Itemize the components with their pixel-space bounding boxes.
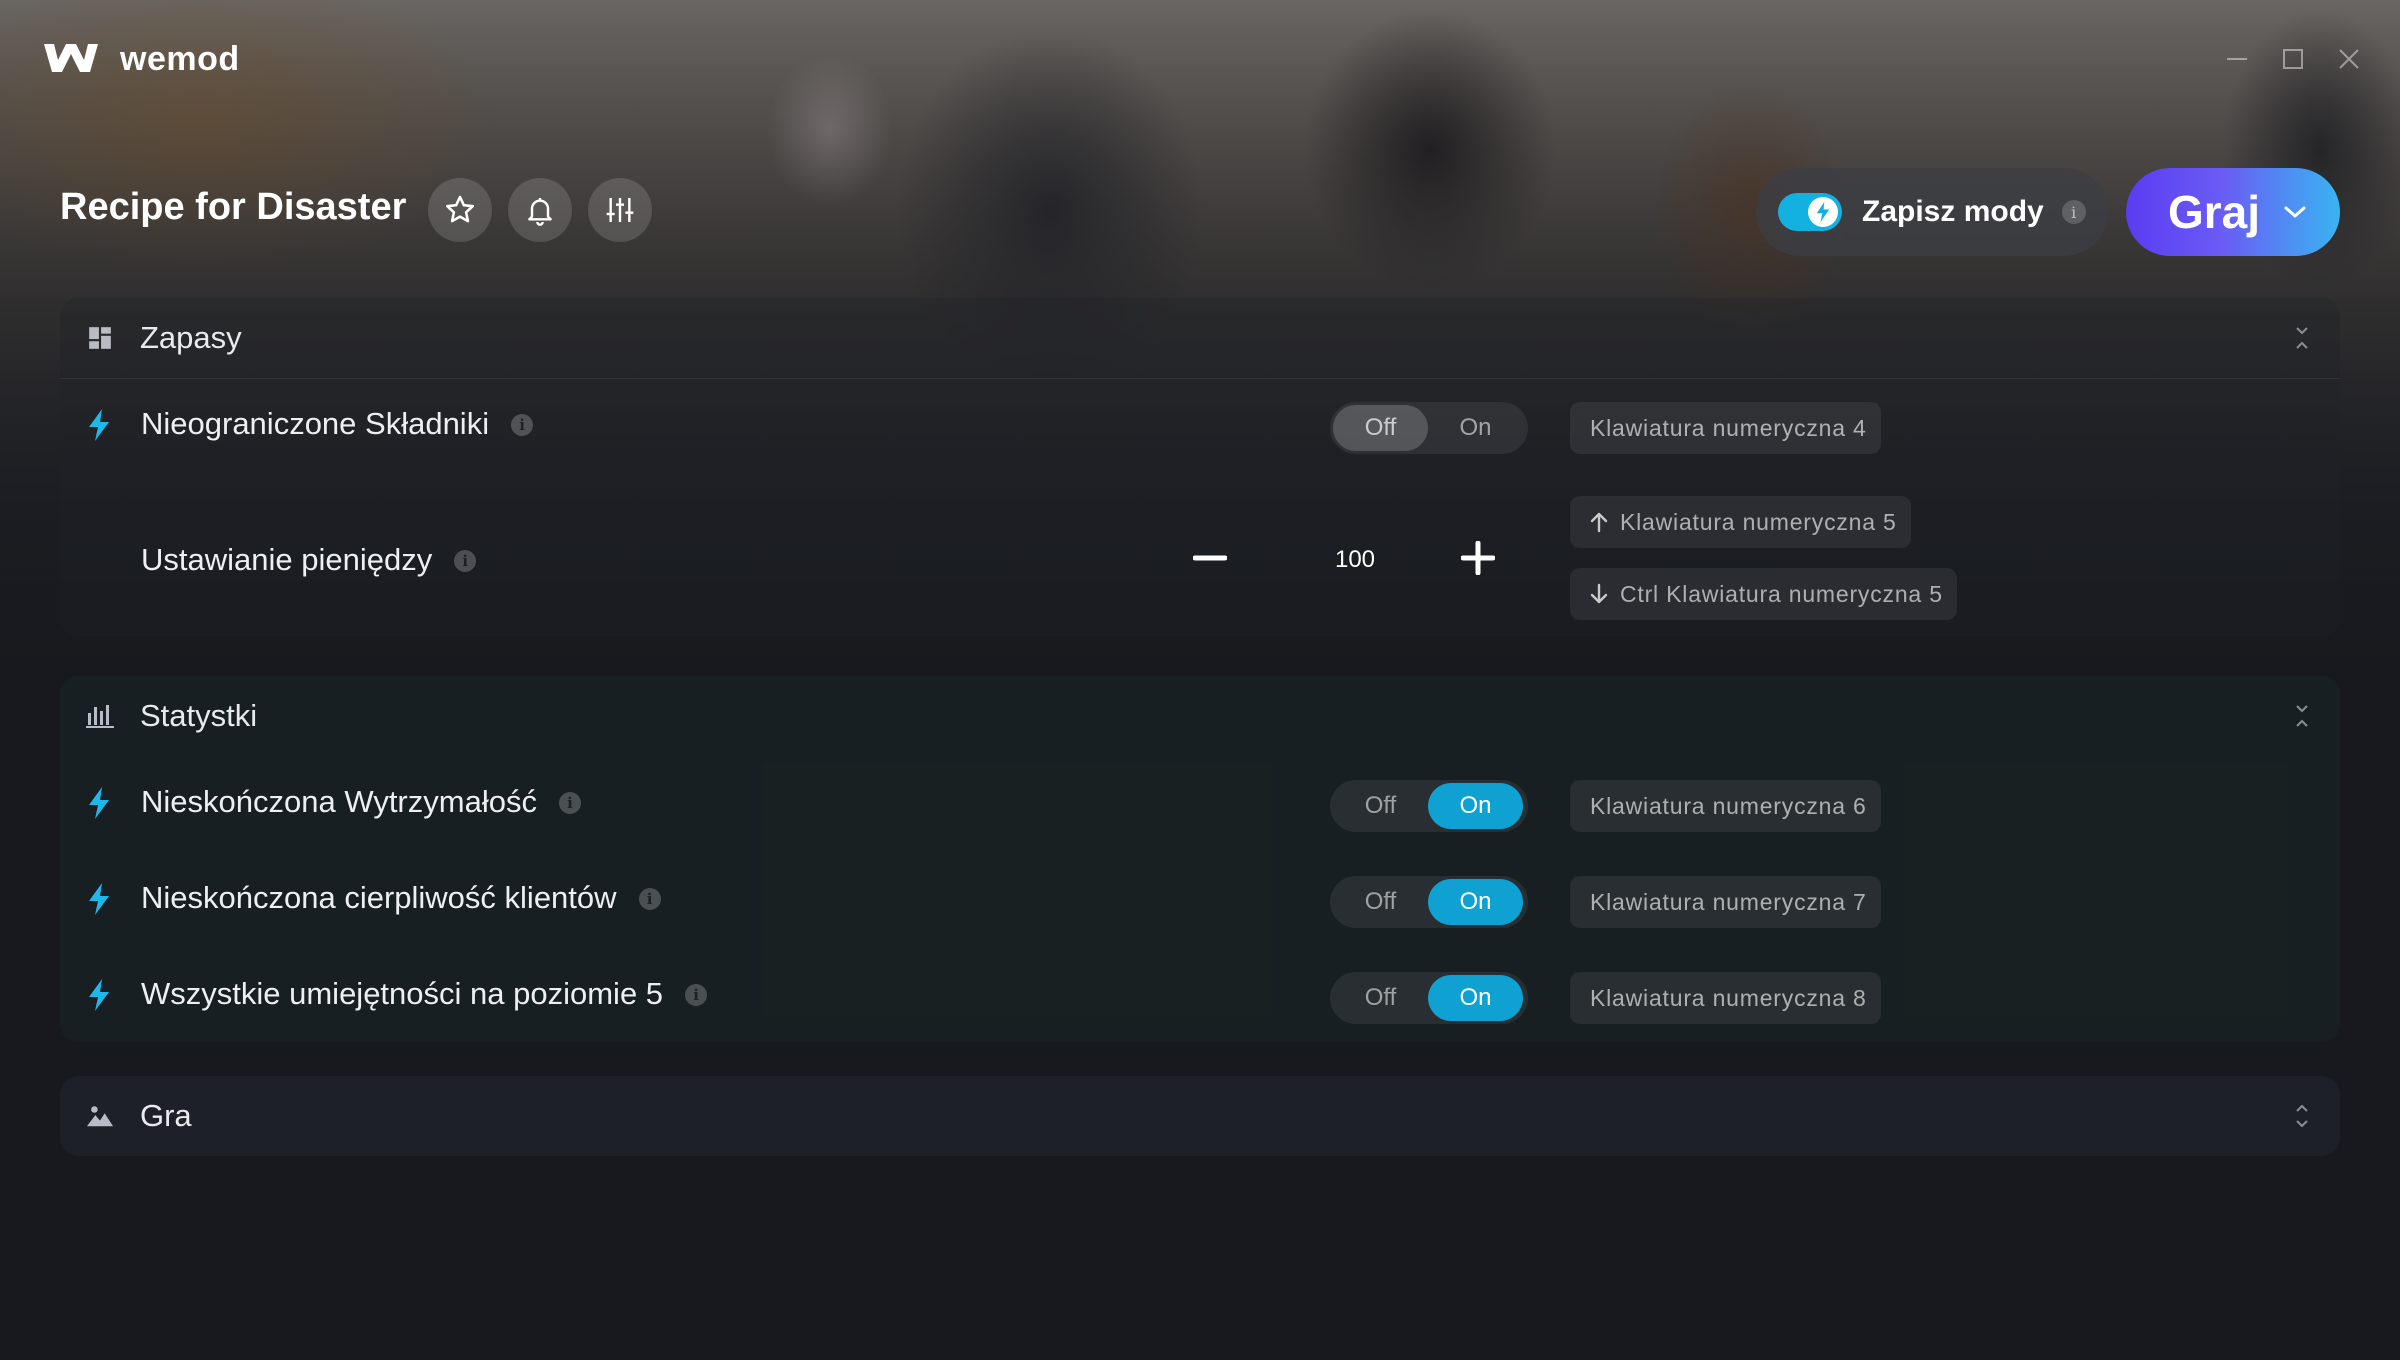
- hotkey-text: Klawiatura numeryczna 5: [1620, 508, 1897, 535]
- info-icon[interactable]: i: [638, 888, 661, 910]
- mod-label: Wszystkie umiejętności na poziomie 5 i: [141, 976, 708, 1012]
- info-icon[interactable]: i: [558, 792, 581, 814]
- toggle-off-option[interactable]: Off: [1333, 879, 1428, 925]
- play-button[interactable]: Graj: [2126, 168, 2340, 256]
- dashboard-icon: [86, 324, 114, 352]
- arrow-up-icon: [1590, 511, 1608, 533]
- section-header-zapasy[interactable]: Zapasy: [60, 298, 2340, 379]
- lightning-icon: [1816, 202, 1830, 222]
- lightning-icon: [89, 883, 109, 915]
- brand-name: wemod: [120, 40, 240, 78]
- toggle-on-option[interactable]: On: [1428, 405, 1523, 451]
- mod-label: Nieskończona Wytrzymałość i: [141, 784, 581, 820]
- toggle-on-option[interactable]: On: [1428, 783, 1523, 829]
- mod-row: Nieograniczone Składniki i Off On Klawiat…: [60, 380, 2340, 470]
- favorite-button[interactable]: [428, 178, 492, 242]
- mod-toggle[interactable]: Off On: [1330, 972, 1528, 1024]
- minus-icon: [1193, 555, 1227, 561]
- toggle-on-option[interactable]: On: [1428, 879, 1523, 925]
- mod-label-text: Ustawianie pieniędzy: [141, 542, 433, 577]
- chevron-down-icon[interactable]: [2282, 203, 2308, 221]
- save-mods-label: Zapisz mody: [1862, 195, 2044, 228]
- landscape-icon: [86, 1102, 114, 1130]
- section-header-gra[interactable]: Gra: [60, 1076, 2340, 1156]
- mod-label-text: Nieskończona Wytrzymałość: [141, 784, 537, 819]
- mod-row: Wszystkie umiejętności na poziomie 5 i Of…: [60, 950, 2340, 1040]
- info-icon[interactable]: i: [511, 414, 534, 436]
- close-icon[interactable]: [2334, 44, 2364, 74]
- section-title: Gra: [140, 1098, 192, 1133]
- window-controls: [2222, 44, 2364, 74]
- game-settings-button[interactable]: [588, 178, 652, 242]
- section-title: Zapasy: [140, 320, 242, 355]
- mod-label-text: Nieograniczone Składniki: [141, 406, 490, 441]
- lightning-icon: [89, 787, 109, 819]
- toggle-on-option[interactable]: On: [1428, 975, 1523, 1021]
- lightning-icon: [89, 409, 109, 441]
- expand-icon[interactable]: [2290, 1100, 2314, 1132]
- collapse-icon[interactable]: [2290, 322, 2314, 354]
- hotkey-badge[interactable]: Klawiatura numeryczna 7: [1570, 876, 1881, 928]
- mod-label-text: Wszystkie umiejętności na poziomie 5: [141, 976, 664, 1011]
- arrow-down-icon: [1590, 583, 1608, 605]
- star-icon: [445, 195, 475, 223]
- increase-button[interactable]: [1456, 536, 1500, 580]
- wemod-logo-icon: [44, 44, 98, 72]
- hotkey-badge[interactable]: Klawiatura numeryczna 6: [1570, 780, 1881, 832]
- mod-label: Nieskończona cierpliwość klientów i: [141, 880, 661, 916]
- mod-label: Ustawianie pieniędzy i: [141, 542, 477, 578]
- section-header-statystki[interactable]: Statystki: [60, 676, 2340, 756]
- money-value[interactable]: 100: [1310, 546, 1400, 574]
- minimize-icon[interactable]: [2222, 44, 2252, 74]
- toggle-off-option[interactable]: Off: [1333, 405, 1428, 451]
- game-title: Recipe for Disaster: [60, 186, 407, 228]
- title-bar: wemod: [0, 0, 2400, 120]
- collapse-icon[interactable]: [2290, 700, 2314, 732]
- mod-row: Nieskończona Wytrzymałość i Off On Klawia…: [60, 758, 2340, 848]
- save-mods-switch[interactable]: [1778, 193, 1842, 231]
- save-mods-knob: [1808, 197, 1838, 227]
- app-window: wemod Recipe for Disaster Zapisz mody i …: [0, 0, 2400, 1360]
- mod-toggle[interactable]: Off On: [1330, 780, 1528, 832]
- hotkey-badge[interactable]: Klawiatura numeryczna 4: [1570, 402, 1881, 454]
- info-icon[interactable]: i: [454, 550, 477, 572]
- mod-label: Nieograniczone Składniki i: [141, 406, 534, 442]
- maximize-icon[interactable]: [2278, 44, 2308, 74]
- plus-icon: [1461, 541, 1495, 575]
- section-zapasy: Zapasy Nieograniczone Składniki i Off On …: [60, 298, 2340, 636]
- mod-row: Nieskończona cierpliwość klientów i Off O…: [60, 854, 2340, 944]
- bell-icon: [528, 198, 552, 226]
- hotkey-text: Ctrl Klawiatura numeryczna 5: [1620, 580, 1943, 607]
- lightning-icon: [89, 979, 109, 1011]
- save-mods-info-icon[interactable]: i: [2061, 200, 2086, 224]
- section-title: Statystki: [140, 698, 258, 733]
- section-statystki: Statystki Nieskończona Wytrzymałość i Off…: [60, 676, 2340, 1042]
- notifications-button[interactable]: [508, 178, 572, 242]
- hotkey-badge[interactable]: Klawiatura numeryczna 8: [1570, 972, 1881, 1024]
- mod-label-text: Nieskończona cierpliwość klientów: [141, 880, 617, 915]
- hotkey-increase-badge[interactable]: Klawiatura numeryczna 5: [1570, 496, 1911, 548]
- decrease-button[interactable]: [1188, 536, 1232, 580]
- info-icon[interactable]: i: [685, 984, 708, 1006]
- save-mods-toggle[interactable]: Zapisz mody i: [1756, 168, 2108, 256]
- mod-toggle[interactable]: Off On: [1330, 876, 1528, 928]
- sliders-icon: [606, 198, 634, 222]
- section-gra: Gra: [60, 1076, 2340, 1156]
- play-button-label: Graj: [2168, 186, 2261, 238]
- toggle-off-option[interactable]: Off: [1333, 975, 1428, 1021]
- mod-toggle[interactable]: Off On: [1330, 402, 1528, 454]
- bar-chart-icon: [86, 702, 114, 730]
- toggle-off-option[interactable]: Off: [1333, 783, 1428, 829]
- hotkey-decrease-badge[interactable]: Ctrl Klawiatura numeryczna 5: [1570, 568, 1957, 620]
